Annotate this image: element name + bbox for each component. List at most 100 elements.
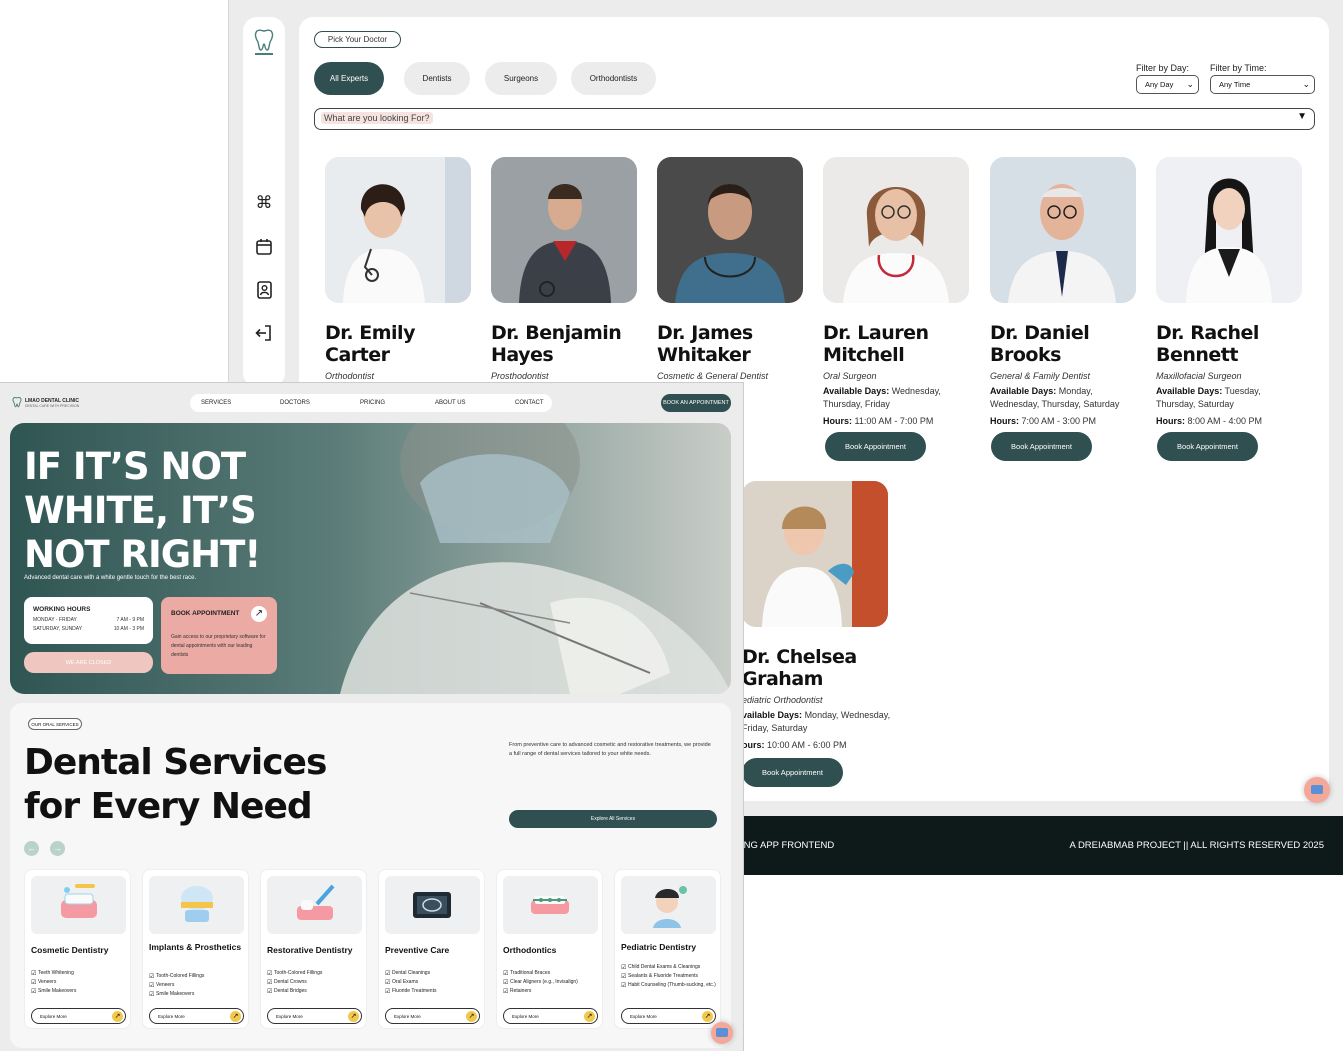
arrow-up-right-icon: ↗ — [348, 1011, 359, 1022]
filter-day-select[interactable]: Any Day ⌄ — [1136, 75, 1199, 94]
explore-more-button[interactable]: Explore More ↗ — [31, 1008, 126, 1024]
book-appointment-button[interactable]: Book Appointment — [1157, 432, 1258, 461]
service-feature: Veneers — [149, 981, 246, 990]
doctor-specialty: Maxillofacial Surgeon — [1156, 371, 1242, 381]
tab-all-experts[interactable]: All Experts — [314, 62, 384, 95]
hours-value: 11:00 AM - 7:00 PM — [854, 416, 934, 426]
nav-pricing[interactable]: PRICING — [360, 400, 385, 406]
book-appointment-button[interactable]: Book Appointment — [742, 758, 843, 787]
explore-all-services-button[interactable]: Explore All Services — [509, 810, 717, 828]
search-placeholder: What are you looking For? — [321, 112, 433, 124]
tab-surgeons[interactable]: Surgeons — [485, 62, 557, 95]
service-feature: Smile Makeovers — [31, 987, 128, 996]
hours-row-time: 10 AM - 3 PM — [113, 626, 144, 632]
arrow-up-right-icon: ↗ — [112, 1011, 123, 1022]
chat-icon[interactable] — [1304, 777, 1330, 803]
service-feature: Child Dental Exams & Cleanings — [621, 963, 718, 972]
pick-doctor-badge: Pick Your Doctor — [314, 31, 401, 48]
book-appointment-nav-button[interactable]: BOOK AN APPOINTMENT — [661, 394, 731, 412]
service-name: Preventive Care — [385, 945, 450, 955]
filter-time-select[interactable]: Any Time ⌄ — [1210, 75, 1315, 94]
service-feature: Teeth Whitening — [31, 969, 128, 978]
explore-more-button[interactable]: Explore More ↗ — [149, 1008, 244, 1024]
explore-more-button[interactable]: Explore More ↗ — [385, 1008, 480, 1024]
doctor-photo — [990, 157, 1136, 303]
service-feature: Fluoride Treatments — [385, 987, 482, 996]
service-features: Traditional Braces Clear Aligners (e.g.,… — [503, 969, 600, 996]
days-label: vailable Days: — [742, 710, 803, 720]
arrow-up-right-icon: ↗ — [584, 1011, 595, 1022]
doctor-card: Dr. Rachel Bennett Maxillofacial Surgeon… — [1156, 157, 1302, 428]
hours-value: 8:00 AM - 4:00 PM — [1187, 416, 1263, 426]
service-card: Implants & Prosthetics Tooth-Colored Fil… — [142, 869, 249, 1029]
explore-more-button[interactable]: Explore More ↗ — [503, 1008, 598, 1024]
arrow-right-icon[interactable]: → — [50, 841, 65, 856]
service-name: Restorative Dentistry — [267, 945, 353, 955]
nav-contact[interactable]: CONTACT — [515, 400, 544, 406]
explore-more-button[interactable]: Explore More ↗ — [267, 1008, 362, 1024]
doctor-specialty: General & Family Dentist — [990, 371, 1091, 381]
nav-about-us[interactable]: ABOUT US — [435, 400, 466, 406]
logout-icon[interactable] — [254, 323, 274, 343]
nav-services[interactable]: SERVICES — [201, 400, 231, 406]
doctor-available-days: Available Days: Monday, Wednesday, Thurs… — [990, 385, 1136, 411]
days-label: Available Days: — [823, 386, 890, 396]
service-features: Tooth-Colored Fillings Dental Crowns Den… — [267, 969, 364, 996]
service-features: Teeth Whitening Veneers Smile Makeovers — [31, 969, 128, 996]
service-feature: Tooth-Colored Fillings — [149, 972, 246, 981]
chat-icon[interactable] — [711, 1022, 733, 1044]
service-features: Child Dental Exams & Cleanings Sealants … — [621, 963, 718, 990]
doctor-name: Dr. Emily Carter — [325, 322, 415, 366]
doctor-hours: Hours: 8:00 AM - 4:00 PM — [1156, 415, 1302, 428]
tab-dentists[interactable]: Dentists — [404, 62, 470, 95]
hero-section: IF IT’S NOT WHITE, IT’S NOT RIGHT! Advan… — [10, 423, 731, 694]
clinic-logo-icon[interactable] — [252, 27, 276, 57]
hours-value: 7:00 AM - 3:00 PM — [1021, 416, 1097, 426]
book-appointment-button[interactable]: Book Appointment — [991, 432, 1092, 461]
dropdown-arrow-icon: ▼ — [1297, 111, 1307, 122]
arrow-up-right-icon[interactable]: ↗ — [251, 606, 267, 622]
doctor-card: Dr. Emily Carter Orthodontist — [325, 157, 471, 381]
service-name: Cosmetic Dentistry — [31, 945, 109, 955]
filter-day-label: Filter by Day: — [1136, 63, 1190, 73]
doctor-card: Dr. Chelsea Graham ediatric Orthodontist… — [742, 481, 892, 752]
explore-more-label: Explore More — [630, 1013, 657, 1019]
arrow-left-icon[interactable]: ← — [24, 841, 39, 856]
explore-more-label: Explore More — [158, 1013, 185, 1019]
arrow-up-right-icon: ↗ — [702, 1011, 713, 1022]
services-section: OUR ORAL SERVICES Dental Services for Ev… — [10, 703, 731, 1048]
book-appointment-button[interactable]: Book Appointment — [825, 432, 926, 461]
nav-doctors[interactable]: DOCTORS — [280, 400, 310, 406]
braces-icon — [503, 876, 598, 934]
hero-subtitle: Advanced dental care with a white gentle… — [24, 575, 197, 581]
doctor-photo — [823, 157, 969, 303]
doctor-photo — [1156, 157, 1302, 303]
service-feature: Clear Aligners (e.g., Invisalign) — [503, 978, 600, 987]
implant-icon — [149, 876, 244, 934]
service-name: Implants & Prosthetics — [149, 942, 242, 952]
calendar-icon[interactable] — [254, 237, 274, 257]
book-card-text: Gain access to our proprietary software … — [171, 634, 266, 658]
days-label: Available Days: — [990, 386, 1057, 396]
explore-more-button[interactable]: Explore More ↗ — [621, 1008, 716, 1024]
nav-menu: SERVICES DOCTORS PRICING ABOUT US CONTAC… — [190, 394, 552, 412]
hours-row-days: SATURDAY, SUNDAY — [33, 626, 83, 632]
doctor-card: Dr. Daniel Brooks General & Family Denti… — [990, 157, 1136, 428]
book-appointment-card[interactable]: BOOK APPOINTMENT ↗ Gain access to our pr… — [161, 597, 277, 674]
doctor-photo — [325, 157, 471, 303]
days-label: Available Days: — [1156, 386, 1223, 396]
hours-label: Hours: — [823, 416, 852, 426]
chevron-down-icon: ⌄ — [1302, 79, 1310, 89]
contacts-icon[interactable] — [254, 280, 274, 300]
doctor-photo — [491, 157, 637, 303]
doctor-photo — [742, 481, 888, 627]
service-card: Pediatric Dentistry Child Dental Exams &… — [614, 869, 721, 1029]
doctor-available-days: Available Days: Tuesday, Thursday, Satur… — [1156, 385, 1302, 411]
chevron-down-icon: ⌄ — [1186, 79, 1194, 89]
clinic-logo-icon[interactable] — [11, 396, 23, 410]
search-select[interactable]: What are you looking For? ▼ — [314, 108, 1315, 130]
hero-title: IF IT’S NOT WHITE, IT’S NOT RIGHT! — [24, 445, 261, 576]
doctor-name: Dr. Chelsea Graham — [742, 646, 857, 690]
tab-orthodontists[interactable]: Orthodontists — [571, 62, 656, 95]
command-icon[interactable]: ⌘ — [254, 193, 274, 213]
